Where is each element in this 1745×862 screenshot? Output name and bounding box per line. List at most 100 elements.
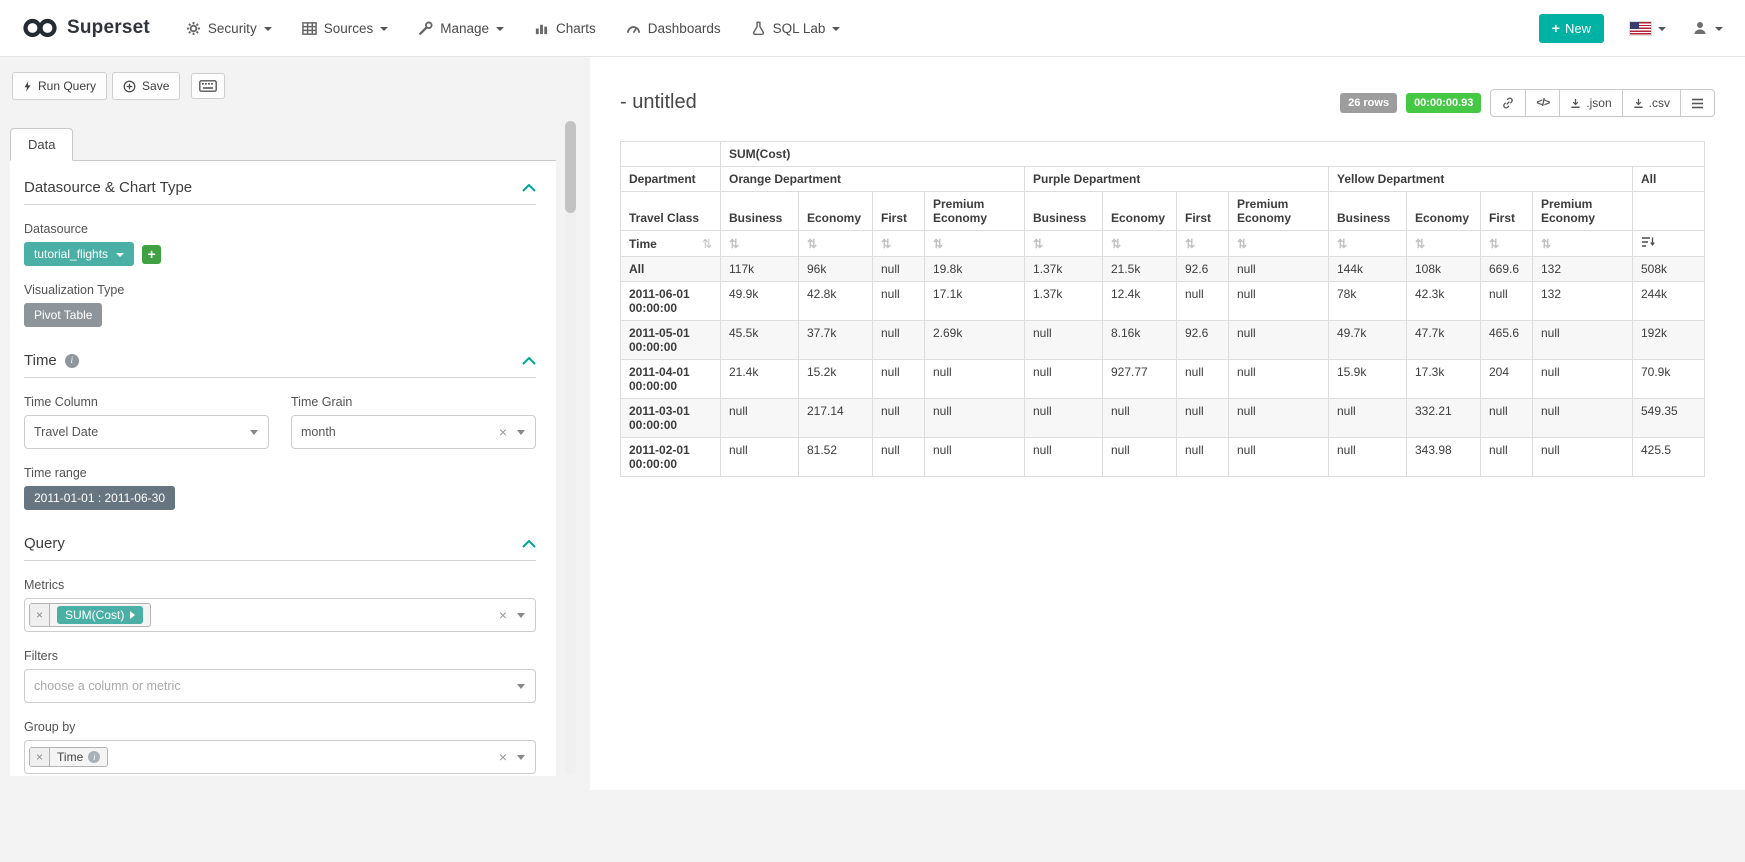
- export-json-button[interactable]: .json: [1559, 89, 1622, 117]
- user-menu[interactable]: [1692, 20, 1723, 36]
- time-column-select[interactable]: Travel Date: [24, 415, 269, 449]
- pivot-cell: null: [1177, 282, 1229, 321]
- pivot-corner-cell: [621, 142, 721, 167]
- sort-icon[interactable]: ⇅: [1177, 231, 1229, 257]
- pivot-cell: 47.7k: [1407, 321, 1481, 360]
- sort-icon[interactable]: ⇅: [1025, 231, 1103, 257]
- time-range-button[interactable]: 2011-01-01 : 2011-06-30: [24, 486, 175, 510]
- pivot-cell: 78k: [1329, 282, 1407, 321]
- nav-security[interactable]: Security: [186, 21, 272, 36]
- sort-icon[interactable]: ⇅: [702, 237, 712, 251]
- pivot-subcolumn-header: First: [1177, 192, 1229, 231]
- metrics-label: Metrics: [24, 578, 536, 592]
- nav-label: SQL Lab: [773, 21, 826, 36]
- remove-token-icon[interactable]: ×: [30, 748, 50, 766]
- pivot-cell: null: [1533, 321, 1633, 360]
- chevron-up-icon[interactable]: [522, 540, 536, 548]
- pivot-row-time: All: [621, 257, 721, 282]
- link-icon: [1501, 96, 1515, 110]
- metrics-select[interactable]: × SUM(Cost) ×: [24, 598, 536, 632]
- section-time-header[interactable]: Time i: [24, 352, 536, 378]
- sort-icon[interactable]: ⇅: [1229, 231, 1329, 257]
- run-query-button[interactable]: Run Query: [12, 72, 107, 100]
- panel-scrollbar[interactable]: [565, 121, 576, 775]
- sort-icon[interactable]: ⇅: [1103, 231, 1177, 257]
- nav-sql-lab[interactable]: SQL Lab: [751, 21, 841, 36]
- chevron-down-icon: [517, 684, 525, 689]
- pivot-subcolumn-header: Economy: [1407, 192, 1481, 231]
- time-grain-control: Time Grain month ×: [291, 395, 536, 449]
- time-column-control: Time Column Travel Date: [24, 395, 269, 449]
- sort-icon[interactable]: ⇅: [721, 231, 799, 257]
- viz-type-select[interactable]: Pivot Table: [24, 303, 102, 327]
- section-query-header[interactable]: Query: [24, 535, 536, 561]
- language-selector[interactable]: [1630, 22, 1666, 35]
- sort-icon[interactable]: ⇅: [1329, 231, 1407, 257]
- clear-icon[interactable]: ×: [499, 424, 507, 440]
- pivot-cell: 15.9k: [1329, 360, 1407, 399]
- filters-select[interactable]: choose a column or metric: [24, 669, 536, 703]
- pivot-cell: 49.9k: [721, 282, 799, 321]
- remove-metric-icon[interactable]: ×: [30, 604, 50, 626]
- pivot-row-time: 2011-05-01 00:00:00: [621, 321, 721, 360]
- add-datasource-button[interactable]: +: [142, 245, 161, 264]
- groupby-select[interactable]: × Time i ×: [24, 740, 536, 774]
- pivot-cell: 37.7k: [799, 321, 873, 360]
- time-grain-select[interactable]: month ×: [291, 415, 536, 449]
- us-flag-icon: [1630, 22, 1651, 35]
- pivot-cell: null: [1533, 399, 1633, 438]
- scrollbar-thumb[interactable]: [565, 121, 576, 213]
- clear-icon[interactable]: ×: [499, 607, 507, 623]
- nav-sources[interactable]: Sources: [302, 21, 389, 36]
- pivot-subcolumn-header: Economy: [799, 192, 873, 231]
- keyboard-shortcuts-button[interactable]: [191, 73, 225, 99]
- superset-brand[interactable]: Superset: [22, 17, 150, 39]
- pivot-subcolumn-header: Premium Economy: [1533, 192, 1633, 231]
- nav-charts[interactable]: Charts: [534, 21, 596, 36]
- chevron-up-icon[interactable]: [522, 184, 536, 192]
- pivot-cell: null: [1229, 360, 1329, 399]
- clear-icon[interactable]: ×: [499, 749, 507, 765]
- time-column-value: Travel Date: [34, 425, 98, 439]
- save-label: Save: [142, 79, 169, 93]
- info-icon: i: [88, 751, 100, 763]
- nav-dashboards[interactable]: Dashboards: [626, 21, 721, 36]
- pivot-time-header[interactable]: Time ⇅: [621, 231, 721, 257]
- nav-label: Sources: [324, 21, 374, 36]
- view-query-button[interactable]: </>: [1525, 89, 1560, 117]
- pivot-cell: 92.6: [1177, 321, 1229, 360]
- section-query: Query Metrics × SUM(Cost): [24, 535, 536, 776]
- pivot-cell: null: [1229, 321, 1329, 360]
- pivot-row: 2011-03-01 00:00:00null217.14nullnullnul…: [621, 399, 1705, 438]
- new-button[interactable]: + New: [1539, 14, 1604, 43]
- sort-amount-icon[interactable]: [1633, 231, 1705, 257]
- share-link-button[interactable]: [1490, 89, 1526, 117]
- datasource-value: tutorial_flights: [34, 247, 108, 261]
- pivot-cell: 49.7k: [1329, 321, 1407, 360]
- datasource-select[interactable]: tutorial_flights: [24, 242, 134, 266]
- groupby-label: Group by: [24, 720, 536, 734]
- chevron-down-icon: [496, 27, 504, 31]
- metrics-control: Metrics × SUM(Cost) ×: [24, 578, 536, 632]
- metric-pill[interactable]: SUM(Cost): [57, 606, 143, 624]
- pivot-cell: 81.52: [799, 438, 873, 477]
- chevron-up-icon[interactable]: [522, 357, 536, 365]
- tab-data[interactable]: Data: [10, 128, 73, 161]
- pivot-cell: null: [1177, 438, 1229, 477]
- pivot-group-header: Orange Department: [721, 167, 1025, 192]
- nav-manage[interactable]: Manage: [418, 21, 504, 36]
- save-button[interactable]: Save: [112, 72, 180, 100]
- sort-icon[interactable]: ⇅: [799, 231, 873, 257]
- sort-icon[interactable]: ⇅: [1533, 231, 1633, 257]
- sort-icon[interactable]: ⇅: [925, 231, 1025, 257]
- export-csv-button[interactable]: .csv: [1622, 89, 1681, 117]
- pivot-cell: 549.35: [1633, 399, 1705, 438]
- section-datasource-header[interactable]: Datasource & Chart Type: [24, 179, 536, 205]
- sort-icon[interactable]: ⇅: [1481, 231, 1533, 257]
- sort-icon[interactable]: ⇅: [873, 231, 925, 257]
- sort-icon[interactable]: ⇅: [1407, 231, 1481, 257]
- pivot-cell: 465.6: [1481, 321, 1533, 360]
- pivot-cell: null: [1481, 282, 1533, 321]
- query-section-title: Query: [24, 535, 65, 552]
- chart-menu-button[interactable]: [1680, 89, 1715, 117]
